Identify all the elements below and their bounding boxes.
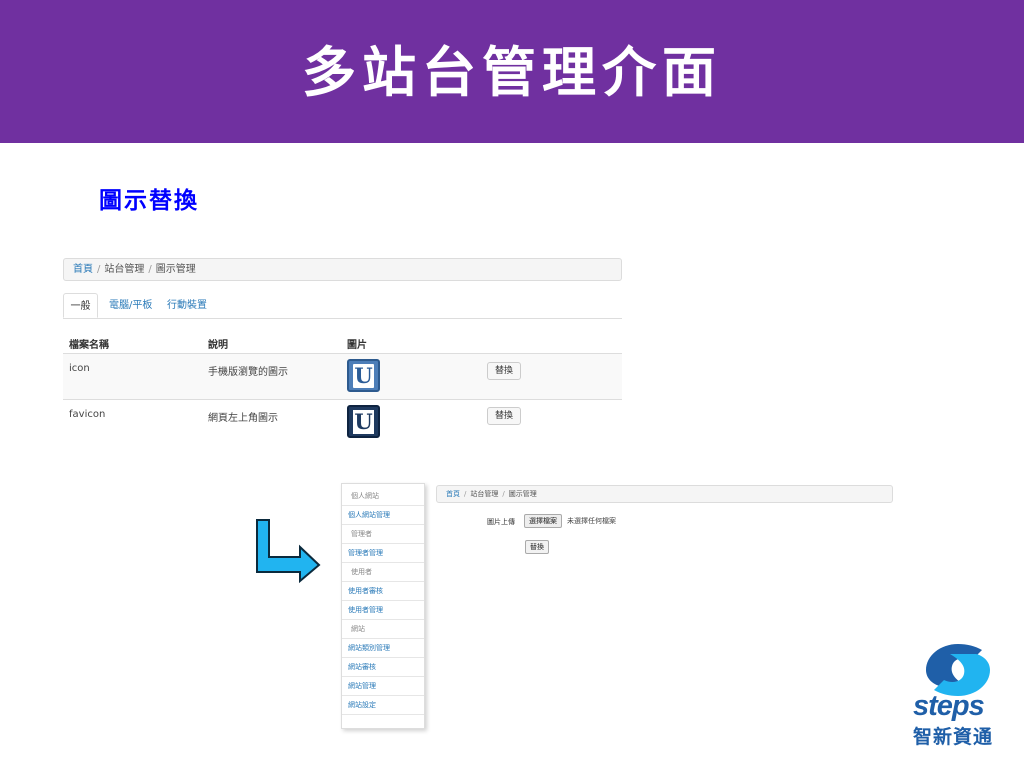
column-header-filename: 檔案名稱 (69, 340, 109, 351)
u-logo-icon: U (353, 409, 374, 434)
icon-preview-image: U (347, 359, 380, 392)
breadcrumb: 首頁 / 站台管理 / 圖示管理 (436, 485, 893, 503)
breadcrumb-current: 圖示管理 (155, 264, 196, 275)
sidebar-item-site-management[interactable]: 網站管理 (342, 677, 424, 696)
sidebar-item-site-category-management[interactable]: 網站類別管理 (342, 639, 424, 658)
replace-submit-button[interactable]: 替換 (525, 540, 549, 554)
title-banner: 多站台管理介面 (0, 0, 1024, 143)
column-header-image: 圖片 (347, 340, 367, 351)
tab-desktop-tablet[interactable]: 電腦/平板 (109, 293, 152, 318)
breadcrumb: 首頁 / 站台管理 / 圖示管理 (63, 258, 622, 281)
breadcrumb-home-link[interactable]: 首頁 (446, 490, 460, 498)
column-header-description: 說明 (208, 340, 228, 351)
choose-file-button[interactable]: 選擇檔案 (524, 514, 562, 528)
file-name: favicon (69, 409, 106, 420)
breadcrumb-section[interactable]: 站台管理 (470, 490, 498, 498)
sidebar-item-site-review[interactable]: 網站審核 (342, 658, 424, 677)
tab-general[interactable]: 一般 (63, 293, 98, 318)
sidebar-item-admin-management[interactable]: 管理者管理 (342, 544, 424, 563)
table-header: 檔案名稱 說明 圖片 (63, 330, 622, 355)
file-description: 手機版瀏覽的圖示 (208, 367, 288, 378)
tab-mobile[interactable]: 行動裝置 (167, 293, 207, 318)
file-description: 網頁左上角圖示 (208, 413, 278, 424)
breadcrumb-home-link[interactable]: 首頁 (73, 264, 93, 275)
sidebar-item-user-management[interactable]: 使用者管理 (342, 601, 424, 620)
replace-button[interactable]: 替換 (487, 362, 522, 380)
no-file-selected-text: 未選擇任何檔案 (567, 517, 616, 525)
slide-subtitle: 圖示替換 (99, 188, 199, 214)
logo-company-name: 智新資通 (913, 726, 994, 748)
sidebar-header-admins: 管理者 (342, 525, 424, 544)
breadcrumb-section[interactable]: 站台管理 (104, 264, 144, 275)
slide-title: 多站台管理介面 (302, 41, 722, 104)
breadcrumb-separator: / (464, 490, 467, 498)
sidebar-header-personal-site: 個人網站 (342, 487, 424, 506)
flow-arrow-icon (256, 519, 321, 583)
sidebar-header-users: 使用者 (342, 563, 424, 582)
device-tabs: 一般 電腦/平板 行動裝置 (63, 293, 622, 319)
breadcrumb-separator: / (502, 490, 505, 498)
file-name: icon (69, 363, 90, 374)
image-upload-label: 圖片上傳 (487, 518, 515, 526)
favicon-preview-image: U (347, 405, 380, 438)
breadcrumb-separator: / (148, 264, 152, 275)
table-row: favicon 網頁左上角圖示 U 替換 (63, 400, 622, 446)
admin-sidebar: 個人網站 個人網站管理 管理者 管理者管理 使用者 使用者審核 使用者管理 網站… (341, 483, 425, 729)
sidebar-header-sites: 網站 (342, 620, 424, 639)
table-row: icon 手機版瀏覽的圖示 U 替換 (63, 354, 622, 400)
replace-button[interactable]: 替換 (487, 407, 522, 425)
sidebar-item-personal-site-management[interactable]: 個人網站管理 (342, 506, 424, 525)
sidebar-item-site-settings[interactable]: 網站設定 (342, 696, 424, 715)
sidebar-item-user-review[interactable]: 使用者審核 (342, 582, 424, 601)
u-logo-icon: U (353, 363, 374, 388)
logo-wordmark: steps (913, 690, 985, 722)
breadcrumb-current: 圖示管理 (508, 490, 537, 498)
breadcrumb-separator: / (97, 264, 101, 275)
